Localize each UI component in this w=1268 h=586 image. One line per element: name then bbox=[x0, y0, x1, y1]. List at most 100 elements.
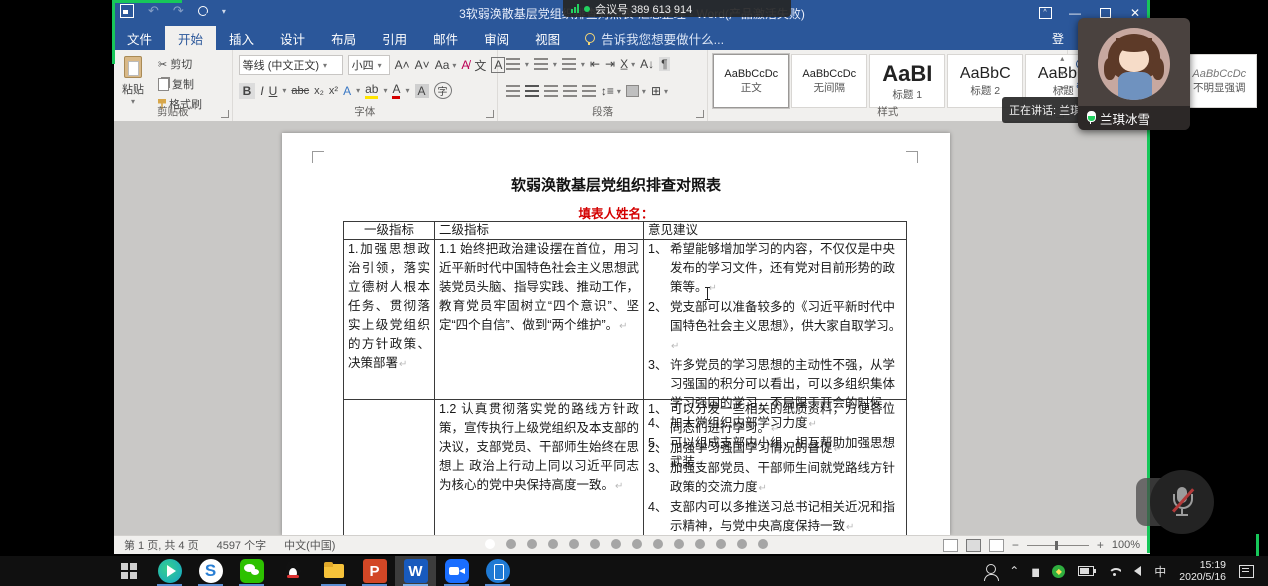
participant-video-tile[interactable]: 兰琪冰雪 bbox=[1078, 18, 1190, 130]
highlight-color-button[interactable]: ab bbox=[365, 82, 378, 99]
enclose-characters-icon[interactable]: 字 bbox=[434, 82, 452, 99]
battery-icon[interactable] bbox=[1078, 566, 1094, 576]
word-count[interactable]: 4597 个字 bbox=[217, 537, 267, 553]
text-effects-icon[interactable]: A bbox=[343, 84, 351, 98]
show-marks-icon[interactable]: ¶ bbox=[659, 57, 669, 71]
strikethrough-button[interactable]: abc bbox=[291, 85, 309, 97]
paragraph-dialog-launcher[interactable] bbox=[696, 110, 704, 118]
taskbar-powerpoint[interactable]: P bbox=[354, 556, 395, 586]
taskbar-sogou-browser[interactable]: S bbox=[190, 556, 231, 586]
align-center-icon[interactable] bbox=[525, 85, 539, 97]
taskbar-qq[interactable] bbox=[272, 556, 313, 586]
start-button[interactable] bbox=[108, 556, 149, 586]
change-case-button[interactable]: Aa▾ bbox=[435, 58, 457, 72]
style-heading1[interactable]: AaBI标题 1 bbox=[869, 54, 945, 108]
line-spacing-icon[interactable]: ↕≡▾ bbox=[601, 84, 621, 98]
taskbar-clock[interactable]: 15:19 2020/5/16 bbox=[1179, 559, 1226, 583]
signal-strength-icon bbox=[571, 4, 579, 13]
asian-layout-icon[interactable]: X̲▾ bbox=[620, 57, 635, 71]
tray-expand-icon[interactable]: ⌃ bbox=[1009, 564, 1019, 578]
mute-button[interactable] bbox=[1150, 470, 1214, 534]
cut-button[interactable]: ✂剪切 bbox=[158, 56, 202, 72]
save-icon[interactable] bbox=[120, 4, 134, 18]
distribute-icon[interactable] bbox=[582, 85, 596, 97]
align-right-icon[interactable] bbox=[544, 85, 558, 97]
taskbar-word-active[interactable]: W bbox=[395, 556, 436, 586]
borders-icon[interactable]: ⊞▾ bbox=[651, 84, 668, 98]
zoom-slider[interactable] bbox=[1027, 545, 1089, 546]
zoom-level[interactable]: 100% bbox=[1112, 539, 1140, 551]
italic-button[interactable]: I bbox=[260, 84, 263, 98]
qat-customize-icon[interactable]: ▾ bbox=[222, 7, 226, 16]
tab-review[interactable]: 审阅 bbox=[471, 26, 522, 50]
phonetic-guide-icon[interactable]: 文 bbox=[474, 57, 486, 74]
tab-home[interactable]: 开始 bbox=[165, 26, 216, 50]
taskbar-video-app[interactable] bbox=[149, 556, 190, 586]
font-dialog-launcher[interactable] bbox=[486, 110, 494, 118]
language-indicator[interactable]: 中文(中国) bbox=[284, 537, 335, 553]
justify-icon[interactable] bbox=[563, 85, 577, 97]
shrink-font-button[interactable]: A˅ bbox=[415, 58, 430, 72]
sign-in-label[interactable]: 登 bbox=[1052, 30, 1064, 47]
grow-font-button[interactable]: A˄ bbox=[395, 58, 410, 72]
styles-scroll-down-icon[interactable]: ▾ bbox=[1060, 69, 1064, 78]
paste-button[interactable]: 粘贴 ▾ bbox=[122, 56, 144, 106]
font-name-combo[interactable]: 等线 (中文正文)▾ bbox=[239, 55, 343, 75]
wifi-icon[interactable] bbox=[1107, 566, 1121, 576]
redo-icon[interactable]: ↷ bbox=[173, 3, 184, 19]
style-no-spacing[interactable]: AaBbCcDc无间隔 bbox=[791, 54, 867, 108]
meeting-id-bar[interactable]: 会议号 389 613 914 bbox=[563, 0, 791, 17]
tab-design[interactable]: 设计 bbox=[267, 26, 318, 50]
decrease-indent-icon[interactable]: ⇤ bbox=[590, 57, 600, 71]
taskbar-phone-cast-app[interactable] bbox=[477, 556, 518, 586]
increase-indent-icon[interactable]: ⇥ bbox=[605, 57, 615, 71]
bold-button[interactable]: B bbox=[239, 83, 256, 99]
tab-view[interactable]: 视图 bbox=[522, 26, 573, 50]
tab-references[interactable]: 引用 bbox=[369, 26, 420, 50]
action-center-icon[interactable] bbox=[1239, 565, 1254, 578]
align-left-icon[interactable] bbox=[506, 85, 520, 97]
print-layout-icon[interactable] bbox=[966, 539, 981, 552]
tab-mailings[interactable]: 邮件 bbox=[420, 26, 471, 50]
sort-icon[interactable]: A↓ bbox=[640, 57, 654, 71]
page-indicator[interactable]: 第 1 页, 共 4 页 bbox=[124, 537, 199, 553]
style-subtle-emphasis[interactable]: AaBbCcDc不明显强调 bbox=[1181, 54, 1257, 108]
ime-indicator[interactable]: 中 bbox=[1154, 563, 1166, 580]
taskbar-wechat[interactable] bbox=[231, 556, 272, 586]
styles-more-icon[interactable]: ▾ bbox=[1060, 84, 1064, 93]
clear-formatting-icon[interactable]: A̸ bbox=[461, 58, 469, 72]
usb-icon[interactable] bbox=[1032, 565, 1039, 577]
zoom-out-button[interactable]: − bbox=[1012, 538, 1019, 552]
read-mode-icon[interactable] bbox=[943, 539, 958, 552]
people-icon[interactable] bbox=[986, 564, 996, 574]
zoom-in-button[interactable]: + bbox=[1097, 538, 1104, 552]
shading-icon[interactable]: ▾ bbox=[626, 85, 646, 97]
multilevel-list-icon[interactable] bbox=[562, 58, 576, 70]
font-color-button[interactable]: A bbox=[392, 82, 400, 99]
print-preview-icon[interactable] bbox=[198, 6, 208, 16]
character-shading-icon[interactable]: A bbox=[415, 84, 429, 98]
web-layout-icon[interactable] bbox=[989, 539, 1004, 552]
bullets-icon[interactable] bbox=[506, 58, 520, 70]
speaker-icon[interactable] bbox=[1134, 566, 1141, 576]
copy-button[interactable]: 复制 bbox=[158, 76, 202, 92]
zoom-slider-thumb[interactable] bbox=[1055, 541, 1058, 550]
tab-file[interactable]: 文件 bbox=[114, 26, 165, 50]
numbering-icon[interactable] bbox=[534, 58, 548, 70]
font-size-combo[interactable]: 小四▾ bbox=[348, 55, 390, 75]
clipboard-dialog-launcher[interactable] bbox=[221, 110, 229, 118]
undo-icon[interactable]: ↶ bbox=[148, 3, 159, 19]
tab-layout[interactable]: 布局 bbox=[318, 26, 369, 50]
taskbar-meeting-app[interactable] bbox=[436, 556, 477, 586]
tell-me-box[interactable]: 告诉我您想要做什么... bbox=[573, 26, 724, 50]
superscript-button[interactable]: x² bbox=[329, 85, 338, 97]
document-page[interactable]: 软弱涣散基层党组织排查对照表 填表人姓名： 一级指标 二级指标 意见建议 1.加… bbox=[282, 133, 950, 535]
ribbon-display-options-button[interactable]: ^ bbox=[1030, 0, 1060, 26]
style-normal[interactable]: AaBbCcDc正文 bbox=[713, 54, 789, 108]
styles-scroll-up-icon[interactable]: ▴ bbox=[1060, 54, 1064, 63]
security-app-icon[interactable]: ◆ bbox=[1052, 565, 1065, 578]
taskbar-file-explorer[interactable] bbox=[313, 556, 354, 586]
tab-insert[interactable]: 插入 bbox=[216, 26, 267, 50]
underline-button[interactable]: U bbox=[269, 84, 278, 98]
subscript-button[interactable]: x₂ bbox=[314, 85, 324, 97]
